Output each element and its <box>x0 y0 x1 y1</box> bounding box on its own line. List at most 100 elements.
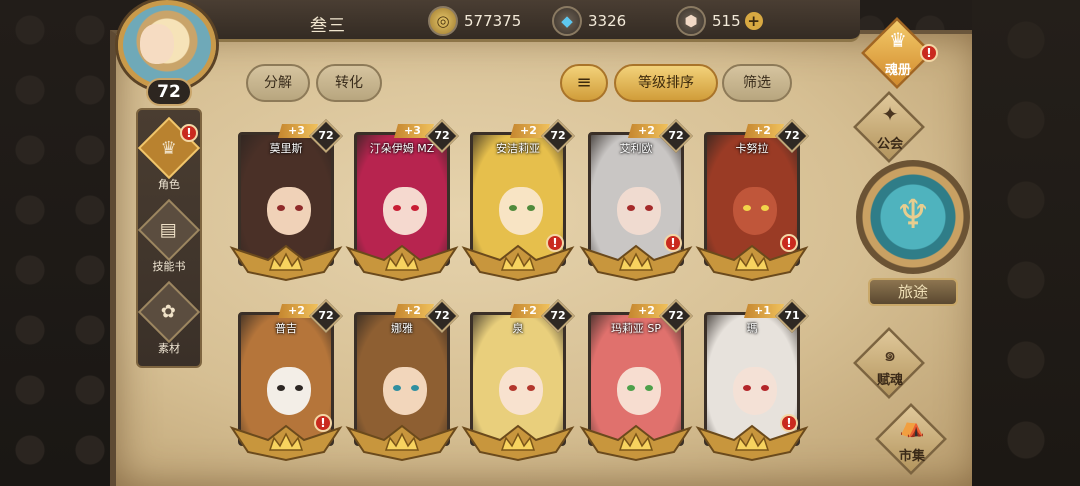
sort-lines-icon: ≡ <box>576 72 592 93</box>
character-level: 72 <box>668 129 684 142</box>
sort-order-button[interactable]: ≡ <box>560 64 608 102</box>
rank-wing-emblem <box>229 244 343 282</box>
gold-amount: 577375 <box>464 12 522 30</box>
alert-icon: ! <box>180 124 198 142</box>
add-gem-button[interactable]: + <box>744 12 763 30</box>
player-avatar[interactable]: 72 <box>108 0 230 108</box>
sidebar-item-characters[interactable]: ♛ 角色 ! <box>137 116 201 192</box>
player-name: 叁三 <box>310 16 346 36</box>
category-sidebar: ♛ 角色 ! ▤ 技能书 ✿ 素材 <box>136 108 202 368</box>
character-card[interactable]: 莫里斯 +3 72 <box>229 119 343 284</box>
book-icon: ▤ <box>137 198 201 262</box>
portrait-face <box>267 187 311 235</box>
portrait-face <box>733 367 777 415</box>
rank-wing-emblem <box>579 424 693 462</box>
portrait-eye <box>743 205 751 211</box>
portrait-eye <box>295 205 303 211</box>
soul-book-label: 魂册 <box>884 63 911 78</box>
portrait-face <box>617 367 661 415</box>
character-card[interactable]: 艾利欧 +2 72! <box>579 119 693 284</box>
trident-icon: ♆ <box>895 192 931 238</box>
character-card[interactable]: 瑪 +1 71! <box>695 299 809 464</box>
gem-icon: ⬢ <box>676 6 706 36</box>
avatar-face <box>140 24 174 64</box>
character-level: 72 <box>784 129 800 142</box>
right-border-pattern <box>972 0 1080 486</box>
portrait-eye <box>645 205 653 211</box>
alert-icon: ! <box>546 234 564 252</box>
journey-button[interactable]: ♆ 旅途 <box>856 160 970 310</box>
portrait-face <box>733 187 777 235</box>
character-card[interactable]: 娜雅 +2 72 <box>345 299 459 464</box>
tent-icon: ⛺ <box>899 414 925 438</box>
portrait-face <box>383 187 427 235</box>
portrait-eye <box>411 385 419 391</box>
portrait-eye <box>411 205 419 211</box>
character-card[interactable]: 玛莉亚 SP +2 72 <box>579 299 693 464</box>
character-card[interactable]: 安洁莉亚 +2 72! <box>461 119 575 284</box>
portrait-eye <box>277 205 285 211</box>
portrait-face <box>383 367 427 415</box>
gem-currency[interactable]: ⬢ 515 + <box>676 5 763 37</box>
portrait-eye <box>627 205 635 211</box>
crystal-amount: 3326 <box>588 12 627 30</box>
portrait-eye <box>761 385 769 391</box>
talent-button[interactable]: ๑ 赋魂 <box>840 327 940 399</box>
blue-crystal-icon: ◆ <box>552 6 582 36</box>
player-level-badge: 72 <box>146 78 192 106</box>
character-level: 72 <box>318 309 334 322</box>
soul-book-button[interactable]: ♛ 魂册 ! <box>848 17 948 89</box>
character-level: 71 <box>784 309 800 322</box>
filter-button[interactable]: 筛选 <box>722 64 792 102</box>
portrait-eye <box>645 385 653 391</box>
materials-icon: ✿ <box>137 280 201 344</box>
alert-icon: ! <box>920 44 938 62</box>
alert-icon: ! <box>314 414 332 432</box>
convert-button[interactable]: 转化 <box>316 64 382 102</box>
sort-by-level-button[interactable]: 等级排序 <box>614 64 718 102</box>
portrait-eye <box>509 385 517 391</box>
portrait-eye <box>295 385 303 391</box>
rank-wing-emblem <box>461 424 575 462</box>
sidebar-item-materials[interactable]: ✿ 素材 <box>137 280 201 356</box>
portrait-eye <box>527 205 535 211</box>
portrait-eye <box>509 205 517 211</box>
sidebar-item-skill-books[interactable]: ▤ 技能书 <box>137 198 201 274</box>
crystal-currency[interactable]: ◆ 3326 <box>552 5 626 37</box>
portrait-face <box>617 187 661 235</box>
character-level: 72 <box>434 129 450 142</box>
gold-coin-icon: ◎ <box>428 6 458 36</box>
portrait-eye <box>743 385 751 391</box>
gold-currency[interactable]: ◎ 577375 <box>428 5 521 37</box>
character-level: 72 <box>318 129 334 142</box>
guild-button[interactable]: ✦ 公会 <box>840 91 940 163</box>
character-level: 72 <box>550 309 566 322</box>
rank-wing-emblem <box>345 244 459 282</box>
alert-icon: ! <box>664 234 682 252</box>
rank-wing-emblem <box>345 424 459 462</box>
character-card[interactable]: 普吉 +2 72! <box>229 299 343 464</box>
portrait-eye <box>627 385 635 391</box>
talent-label: 赋魂 <box>876 373 903 388</box>
market-label: 市集 <box>898 449 925 464</box>
alert-icon: ! <box>780 234 798 252</box>
portrait-eye <box>393 385 401 391</box>
character-level: 72 <box>434 309 450 322</box>
market-button[interactable]: ⛺ 市集 <box>862 403 962 475</box>
portrait-face <box>267 367 311 415</box>
portrait-face <box>499 187 543 235</box>
character-card[interactable]: 汀朵伊姆 MZ +3 72 <box>345 119 459 284</box>
decompose-button[interactable]: 分解 <box>246 64 310 102</box>
portrait-eye <box>527 385 535 391</box>
portrait-eye <box>277 385 285 391</box>
journey-label: 旅途 <box>868 278 958 306</box>
alert-icon: ! <box>780 414 798 432</box>
portrait-eye <box>761 205 769 211</box>
character-card[interactable]: 泉 +2 72 <box>461 299 575 464</box>
portrait-face <box>499 367 543 415</box>
portrait-eye <box>393 205 401 211</box>
character-level: 72 <box>668 309 684 322</box>
character-card[interactable]: 卡努拉 +2 72! <box>695 119 809 284</box>
gem-amount: 515 <box>712 12 741 30</box>
character-level: 72 <box>550 129 566 142</box>
